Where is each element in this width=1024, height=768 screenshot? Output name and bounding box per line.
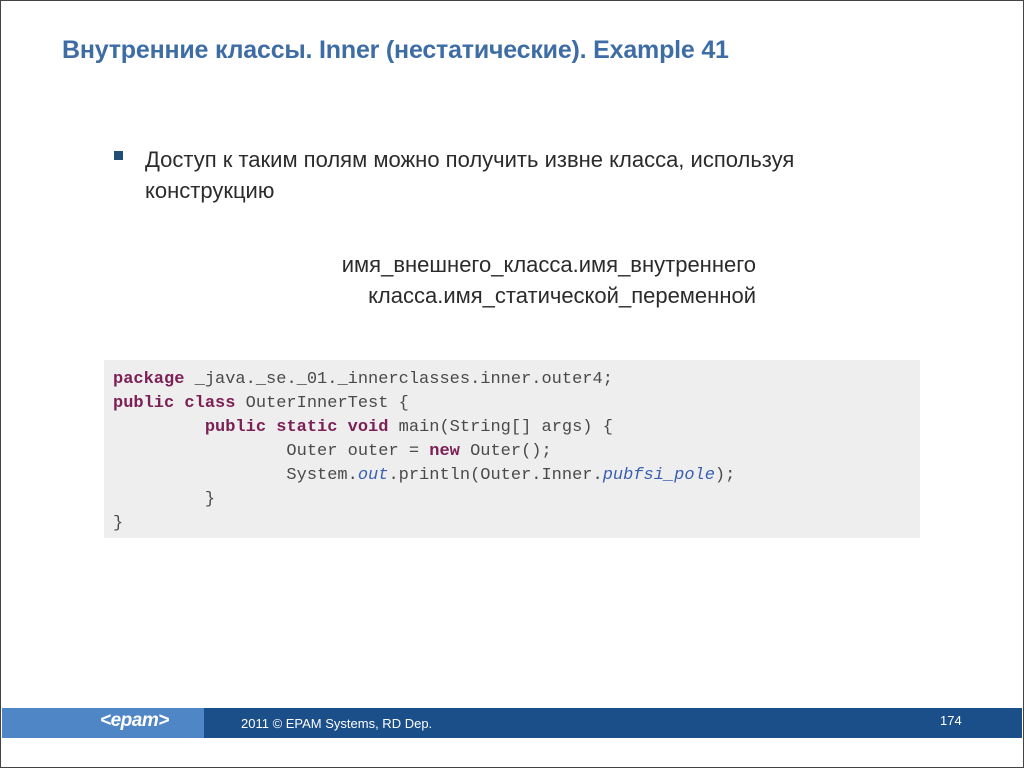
code-line-3: public static void main(String[] args) { <box>113 418 613 437</box>
code-text: .println(Outer.Inner. <box>388 466 603 485</box>
code-text: System. <box>113 466 358 485</box>
code-text: OuterInnerTest { <box>235 394 409 413</box>
code-text: Outer(); <box>459 442 552 461</box>
code-static-member: out <box>357 466 389 485</box>
code-static-member: pubfsi_pole <box>602 466 715 485</box>
footer-copyright: 2011 © EPAM Systems, RD Dep. <box>241 716 433 731</box>
code-keyword: new <box>429 442 460 461</box>
code-line-2: public class OuterInnerTest { <box>113 394 409 413</box>
bullet-text: Доступ к таким полям можно получить извн… <box>145 147 795 203</box>
expression-block: имя_внешнего_класса.имя_внутреннего клас… <box>270 249 756 311</box>
code-keyword: public static void <box>204 418 389 437</box>
code-line-6: } <box>113 490 216 509</box>
code-text: ); <box>714 466 736 485</box>
page-number: 174 <box>940 713 962 728</box>
code-keyword: package <box>113 370 185 389</box>
code-line-1: package _java._se._01._innerclasses.inne… <box>113 370 613 389</box>
code-keyword: public class <box>113 394 236 413</box>
code-text: _java._se._01._innerclasses.inner.outer4… <box>184 370 613 389</box>
code-text: Outer outer = <box>113 442 430 461</box>
code-line-4: Outer outer = new Outer(); <box>113 442 552 461</box>
code-line-7: } <box>113 514 124 533</box>
epam-logo: <epam> <box>100 710 169 731</box>
expression-line-1: имя_внешнего_класса.имя_внутреннего <box>341 252 756 277</box>
slide-title: Внутренние классы. Inner (нестатические)… <box>62 36 729 64</box>
bullet-square-icon <box>114 151 123 160</box>
code-block: package _java._se._01._innerclasses.inne… <box>113 368 735 536</box>
code-text: main(String[] args) { <box>388 418 613 437</box>
expression-line-2: класса.имя_статической_переменной <box>368 283 756 308</box>
code-line-5: System.out.println(Outer.Inner.pubfsi_po… <box>113 466 735 485</box>
